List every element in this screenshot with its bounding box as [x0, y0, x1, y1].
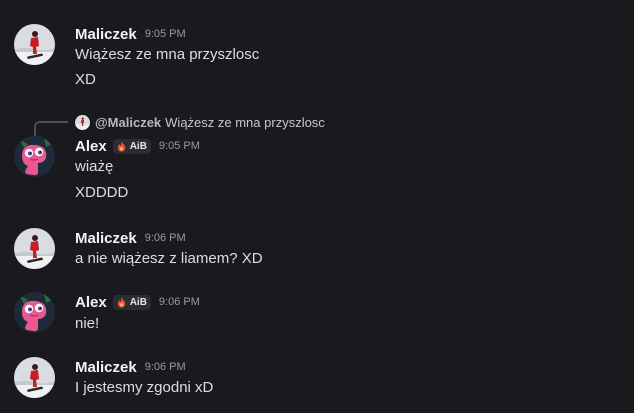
message-text: a nie wiążesz z liamem? XD: [75, 250, 263, 267]
username[interactable]: Alex: [75, 294, 107, 311]
message-text: XDDDD: [75, 184, 129, 201]
alex-avatar[interactable]: [14, 136, 55, 177]
guild-tag[interactable]: AiB: [112, 294, 151, 310]
chat-message-list: Maliczek 9:05 PM Wiążesz ze mna przyszlo…: [0, 0, 634, 413]
maliczek-avatar[interactable]: [14, 24, 55, 65]
message-header: Alex AiB 9:05 PM: [75, 136, 200, 156]
pink-creature-avatar-icon: [14, 292, 55, 333]
timestamp[interactable]: 9:06 PM: [159, 296, 200, 308]
username[interactable]: Maliczek: [75, 230, 137, 247]
username[interactable]: Alex: [75, 138, 107, 155]
timestamp[interactable]: 9:06 PM: [145, 361, 186, 373]
guild-tag-label: AiB: [129, 140, 147, 152]
snowboarder-avatar-icon: [14, 357, 55, 398]
guild-tag-label: AiB: [129, 296, 147, 308]
reply-preview[interactable]: @Maliczek Wiążesz ze mna przyszlosc: [75, 113, 325, 131]
reply-spine: [34, 121, 68, 137]
maliczek-avatar[interactable]: [14, 357, 55, 398]
message-header: Maliczek 9:05 PM: [75, 24, 186, 44]
reply-text[interactable]: Wiążesz ze mna przyszlosc: [165, 115, 325, 130]
message-header: Maliczek 9:06 PM: [75, 228, 186, 248]
alex-avatar[interactable]: [14, 292, 55, 333]
reply-author[interactable]: @Maliczek: [95, 115, 161, 130]
message-header: Alex AiB 9:06 PM: [75, 292, 200, 312]
username[interactable]: Maliczek: [75, 26, 137, 43]
message-text: XD: [75, 71, 96, 88]
pink-creature-avatar-icon: [14, 136, 55, 177]
message-text: nie!: [75, 315, 100, 332]
flame-icon: [117, 140, 125, 152]
guild-tag[interactable]: AiB: [112, 138, 151, 154]
message-header: Maliczek 9:06 PM: [75, 357, 186, 377]
snowboarder-avatar-icon: [14, 228, 55, 269]
message-text: Wiążesz ze mna przyszlosc: [75, 46, 260, 63]
message-text: wiażę: [75, 158, 114, 175]
timestamp[interactable]: 9:05 PM: [159, 140, 200, 152]
flame-icon: [117, 296, 125, 308]
maliczek-reply-avatar: [75, 114, 90, 130]
username[interactable]: Maliczek: [75, 359, 137, 376]
snowboarder-avatar-icon: [14, 24, 55, 65]
message-text: I jestesmy zgodni xD: [75, 379, 214, 396]
maliczek-avatar[interactable]: [14, 228, 55, 269]
snowboarder-avatar-icon: [75, 114, 90, 130]
timestamp[interactable]: 9:05 PM: [145, 28, 186, 40]
timestamp[interactable]: 9:06 PM: [145, 232, 186, 244]
